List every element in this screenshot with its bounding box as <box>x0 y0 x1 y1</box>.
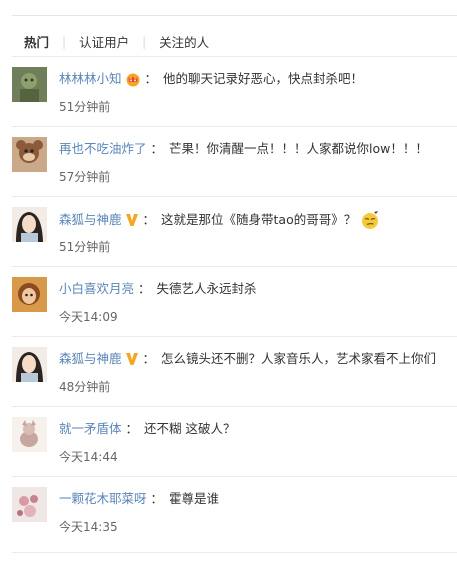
comment-time: 51分钟前 <box>59 100 111 114</box>
tab-hot[interactable]: 热门 <box>24 32 49 51</box>
comment-time: 今天14:09 <box>59 310 118 324</box>
colon: ： <box>138 281 151 296</box>
comment-divider <box>12 126 457 127</box>
comment-divider <box>12 552 457 553</box>
comment-item: 就一矛盾体 ： 还不糊 这破人？ 今天14:44 <box>0 406 457 476</box>
comment-divider <box>12 56 457 57</box>
tab-verified-users[interactable]: 认证用户 <box>79 32 129 51</box>
comment-item: 林林林小知 ： 他的聊天记录好恶心，快点封杀吧！ 51分钟前 <box>0 56 457 126</box>
comment-text: 芒果！你清醒一点！！！人家都说你low！！！ <box>169 141 428 156</box>
avatar[interactable] <box>12 487 47 522</box>
comment-divider <box>12 266 457 267</box>
comment-username[interactable]: 森狐与神鹿 <box>59 350 122 368</box>
smirk-emoji-icon <box>360 210 380 230</box>
comment-username[interactable]: 森狐与神鹿 <box>59 211 122 229</box>
colon: ： <box>142 212 156 227</box>
comment-divider <box>12 336 457 337</box>
avatar[interactable] <box>12 417 47 452</box>
tab-following[interactable]: 关注的人 <box>159 32 209 51</box>
comment-divider <box>12 476 457 477</box>
comment-username[interactable]: 就一矛盾体 <box>59 420 122 438</box>
avatar[interactable] <box>12 67 47 102</box>
avatar[interactable] <box>12 277 47 312</box>
comment-item: 一颗花木耶菜呀 ： 霍尊是谁 今天14:35 <box>0 476 457 553</box>
comment-username[interactable]: 一颗花木耶菜呀 <box>59 490 147 508</box>
avatar[interactable] <box>12 207 47 242</box>
comment-filter-tabs: 热门 | 认证用户 | 关注的人 <box>24 32 209 51</box>
comment-time: 今天14:44 <box>59 450 118 464</box>
crown-icon <box>125 71 141 87</box>
comment-time: 48分钟前 <box>59 380 111 394</box>
top-divider <box>12 15 457 16</box>
comment-username[interactable]: 再也不吃油炸了 <box>59 140 147 158</box>
colon: ： <box>144 71 158 86</box>
verified-v-icon <box>125 352 139 366</box>
comment-text: 还不糊 这破人？ <box>144 421 236 436</box>
comment-text: 霍尊是谁 <box>169 491 220 506</box>
comment-time: 57分钟前 <box>59 170 111 184</box>
comment-text: 他的聊天记录好恶心，快点封杀吧！ <box>163 71 364 86</box>
comment-item: 再也不吃油炸了 ： 芒果！你清醒一点！！！人家都说你low！！！ 57分钟前 <box>0 126 457 196</box>
verified-v-icon <box>125 213 139 227</box>
comment-username[interactable]: 林林林小知 <box>59 70 122 88</box>
tab-separator: | <box>62 34 67 49</box>
comment-divider <box>12 196 457 197</box>
colon: ： <box>150 141 164 156</box>
comment-text: 怎么镜头还不删？人家音乐人，艺术家看不上你们 <box>161 351 437 366</box>
comment-item: 小白喜欢月亮 ： 失德艺人永远封杀 今天14:09 <box>0 266 457 336</box>
colon: ： <box>125 421 139 436</box>
comment-item: 森狐与神鹿 ： 怎么镜头还不删？人家音乐人，艺术家看不上你们 48分钟前 <box>0 336 457 406</box>
colon: ： <box>142 351 156 366</box>
comment-time: 51分钟前 <box>59 240 111 254</box>
comment-text: 失德艺人永远封杀 <box>156 281 257 296</box>
tab-separator: | <box>142 34 147 49</box>
comment-divider <box>12 406 457 407</box>
avatar[interactable] <box>12 137 47 172</box>
comment-username[interactable]: 小白喜欢月亮 <box>59 280 134 298</box>
comment-time: 今天14:35 <box>59 520 118 534</box>
comment-item: 森狐与神鹿 ： 这就是那位《随身带tao的哥哥》？ 51分钟前 <box>0 196 457 266</box>
comment-text: 这就是那位《随身带tao的哥哥》？ <box>161 212 357 227</box>
avatar[interactable] <box>12 347 47 382</box>
colon: ： <box>150 491 164 506</box>
